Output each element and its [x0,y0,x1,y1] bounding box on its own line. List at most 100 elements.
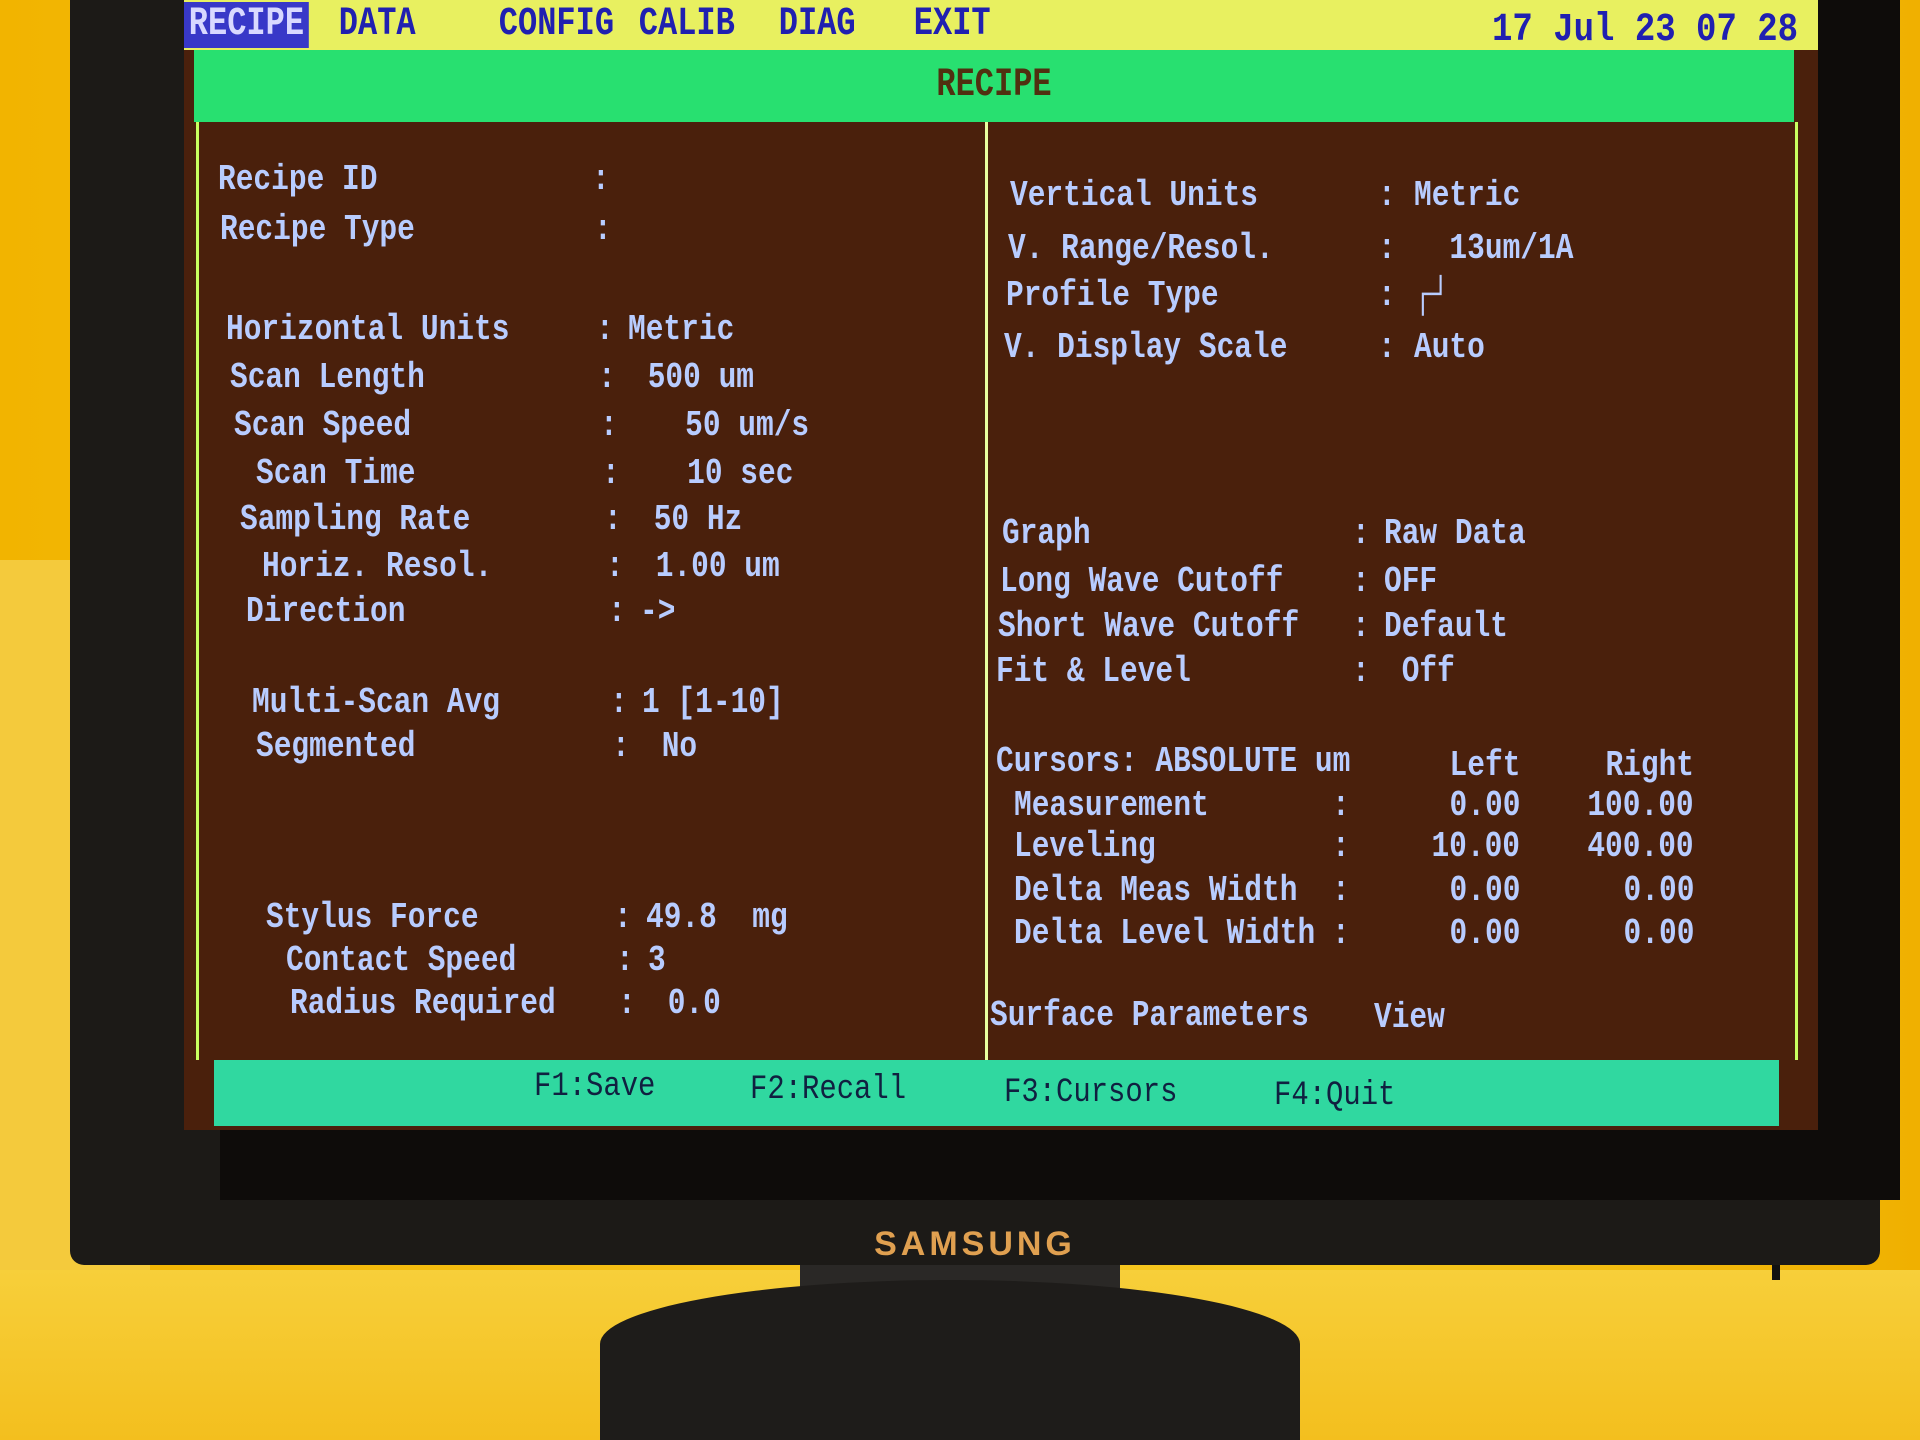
colon: : [594,209,612,250]
cursors-header: Cursors: ABSOLUTE um [996,741,1351,782]
colon: : [1352,651,1370,692]
surface-parameters-label: Surface Parameters [990,995,1309,1036]
label-v-display-scale: V. Display Scale [1004,327,1288,368]
colon: : [1352,513,1370,554]
colon: : [600,405,618,446]
colon: : [592,159,610,200]
function-key-bar: F1:Save F2:Recall F3:Cursors F4:Quit [214,1060,1779,1126]
menu-config[interactable]: CONFIG [494,2,619,48]
function-key-cursors[interactable]: F3:Cursors [1004,1074,1177,1112]
cursor-right-leveling[interactable]: 400.00 [1588,827,1694,867]
cursors-col-left: Left [1449,745,1520,786]
value-short-wave-cutoff[interactable]: Default [1384,607,1508,647]
menu-diag[interactable]: DIAG [774,2,860,48]
cursor-left-delta-level-width[interactable]: 0.00 [1449,914,1520,954]
cursors-col-right: Right [1605,745,1694,786]
colon: : [1332,785,1350,826]
menu-data[interactable]: DATA [334,2,420,48]
menu-bar: 17 Jul 23 07 28 RECIPE DATA CONFIG CALIB DIA… [184,0,1818,53]
colon: : [1378,228,1396,269]
cursor-left-leveling[interactable]: 10.00 [1431,827,1520,867]
label-long-wave-cutoff: Long Wave Cutoff [1000,561,1284,602]
colon: : [610,682,628,723]
label-sampling-rate: Sampling Rate [240,499,471,540]
value-stylus-force[interactable]: 49.8 mg [646,898,788,938]
title-bar: RECIPE [194,50,1794,122]
label-fit-level: Fit & Level [996,651,1191,692]
colon: : [1378,175,1396,216]
value-radius-required[interactable]: 0.0 [650,984,721,1024]
colon: : [1332,913,1350,954]
monitor-stand [600,1280,1300,1440]
label-horizontal-units: Horizontal Units [226,309,510,350]
value-horiz-resol[interactable]: 1.00 um [638,547,780,587]
function-key-save[interactable]: F1:Save [534,1068,655,1106]
value-long-wave-cutoff[interactable]: OFF [1384,562,1437,602]
colon: : [598,357,616,398]
colon: : [1378,327,1396,368]
label-vertical-units: Vertical Units [1010,175,1259,216]
value-v-display-scale[interactable]: Auto [1414,328,1485,368]
label-stylus-force: Stylus Force [266,897,479,938]
value-sampling-rate[interactable]: 50 Hz [636,500,743,540]
label-scan-time: Scan Time [256,453,416,494]
page-title: RECIPE [936,63,1052,108]
cursor-right-delta-level-width[interactable]: 0.00 [1623,914,1694,954]
label-profile-type: Profile Type [1006,275,1219,316]
label-v-range-resol: V. Range/Resol. [1008,228,1274,269]
colon: : [596,309,614,350]
panel-divider [985,122,988,1060]
cursor-label-delta-meas-width: Delta Meas Width [1014,870,1298,911]
label-direction: Direction [246,591,406,632]
colon: : [618,983,636,1024]
label-graph: Graph [1002,513,1091,554]
label-contact-speed: Contact Speed [286,940,517,981]
colon: : [1332,826,1350,867]
value-v-range-resol[interactable]: 13um/1A [1414,229,1573,269]
colon: : [608,591,626,632]
cursor-right-measurement[interactable]: 100.00 [1588,786,1694,826]
label-segmented: Segmented [256,726,416,767]
value-horizontal-units[interactable]: Metric [628,310,734,350]
value-direction[interactable]: -> [640,592,675,632]
value-scan-speed[interactable]: 50 um/s [632,406,809,446]
cursor-label-leveling: Leveling [1014,826,1156,867]
colon: : [606,546,624,587]
function-key-recall[interactable]: F2:Recall [750,1071,906,1109]
colon: : [1332,870,1350,911]
label-recipe-id: Recipe ID [218,159,378,200]
label-multi-scan-avg: Multi-Scan Avg [252,682,501,723]
value-fit-level[interactable]: Off [1384,652,1455,692]
label-horiz-resol: Horiz. Resol. [262,546,493,587]
label-radius-required: Radius Required [290,983,556,1024]
value-contact-speed[interactable]: 3 [648,941,666,981]
colon: : [602,453,620,494]
monitor-brand-logo: SAMSUNG [874,1225,1076,1263]
label-recipe-type: Recipe Type [220,209,415,250]
colon: : [612,726,630,767]
step-profile-icon[interactable]: ┌┘ [1414,276,1449,316]
cursor-right-delta-meas-width[interactable]: 0.00 [1623,871,1694,911]
cursor-label-delta-level-width: Delta Level Width [1014,913,1316,954]
label-scan-length: Scan Length [230,357,425,398]
menu-exit[interactable]: EXIT [909,2,995,48]
value-segmented[interactable]: No [644,727,697,767]
colon: : [1352,606,1370,647]
colon: : [1352,561,1370,602]
cursor-left-delta-meas-width[interactable]: 0.00 [1449,871,1520,911]
value-multi-scan-avg[interactable]: 1 [1-10] [642,683,784,723]
value-scan-time[interactable]: 10 sec [634,454,793,494]
colon: : [1378,275,1396,316]
value-scan-length[interactable]: 500 um [630,358,754,398]
label-short-wave-cutoff: Short Wave Cutoff [998,606,1300,647]
label-scan-speed: Scan Speed [234,405,412,446]
cursor-left-measurement[interactable]: 0.00 [1449,786,1520,826]
value-vertical-units[interactable]: Metric [1414,176,1520,216]
clock: 17 Jul 23 07 28 [1491,8,1798,53]
menu-calib[interactable]: CALIB [634,2,740,48]
colon: : [604,499,622,540]
value-graph[interactable]: Raw Data [1384,514,1526,554]
menu-recipe[interactable]: RECIPE [184,2,309,48]
surface-parameters-view[interactable]: View [1374,998,1445,1038]
function-key-quit[interactable]: F4:Quit [1274,1077,1395,1115]
